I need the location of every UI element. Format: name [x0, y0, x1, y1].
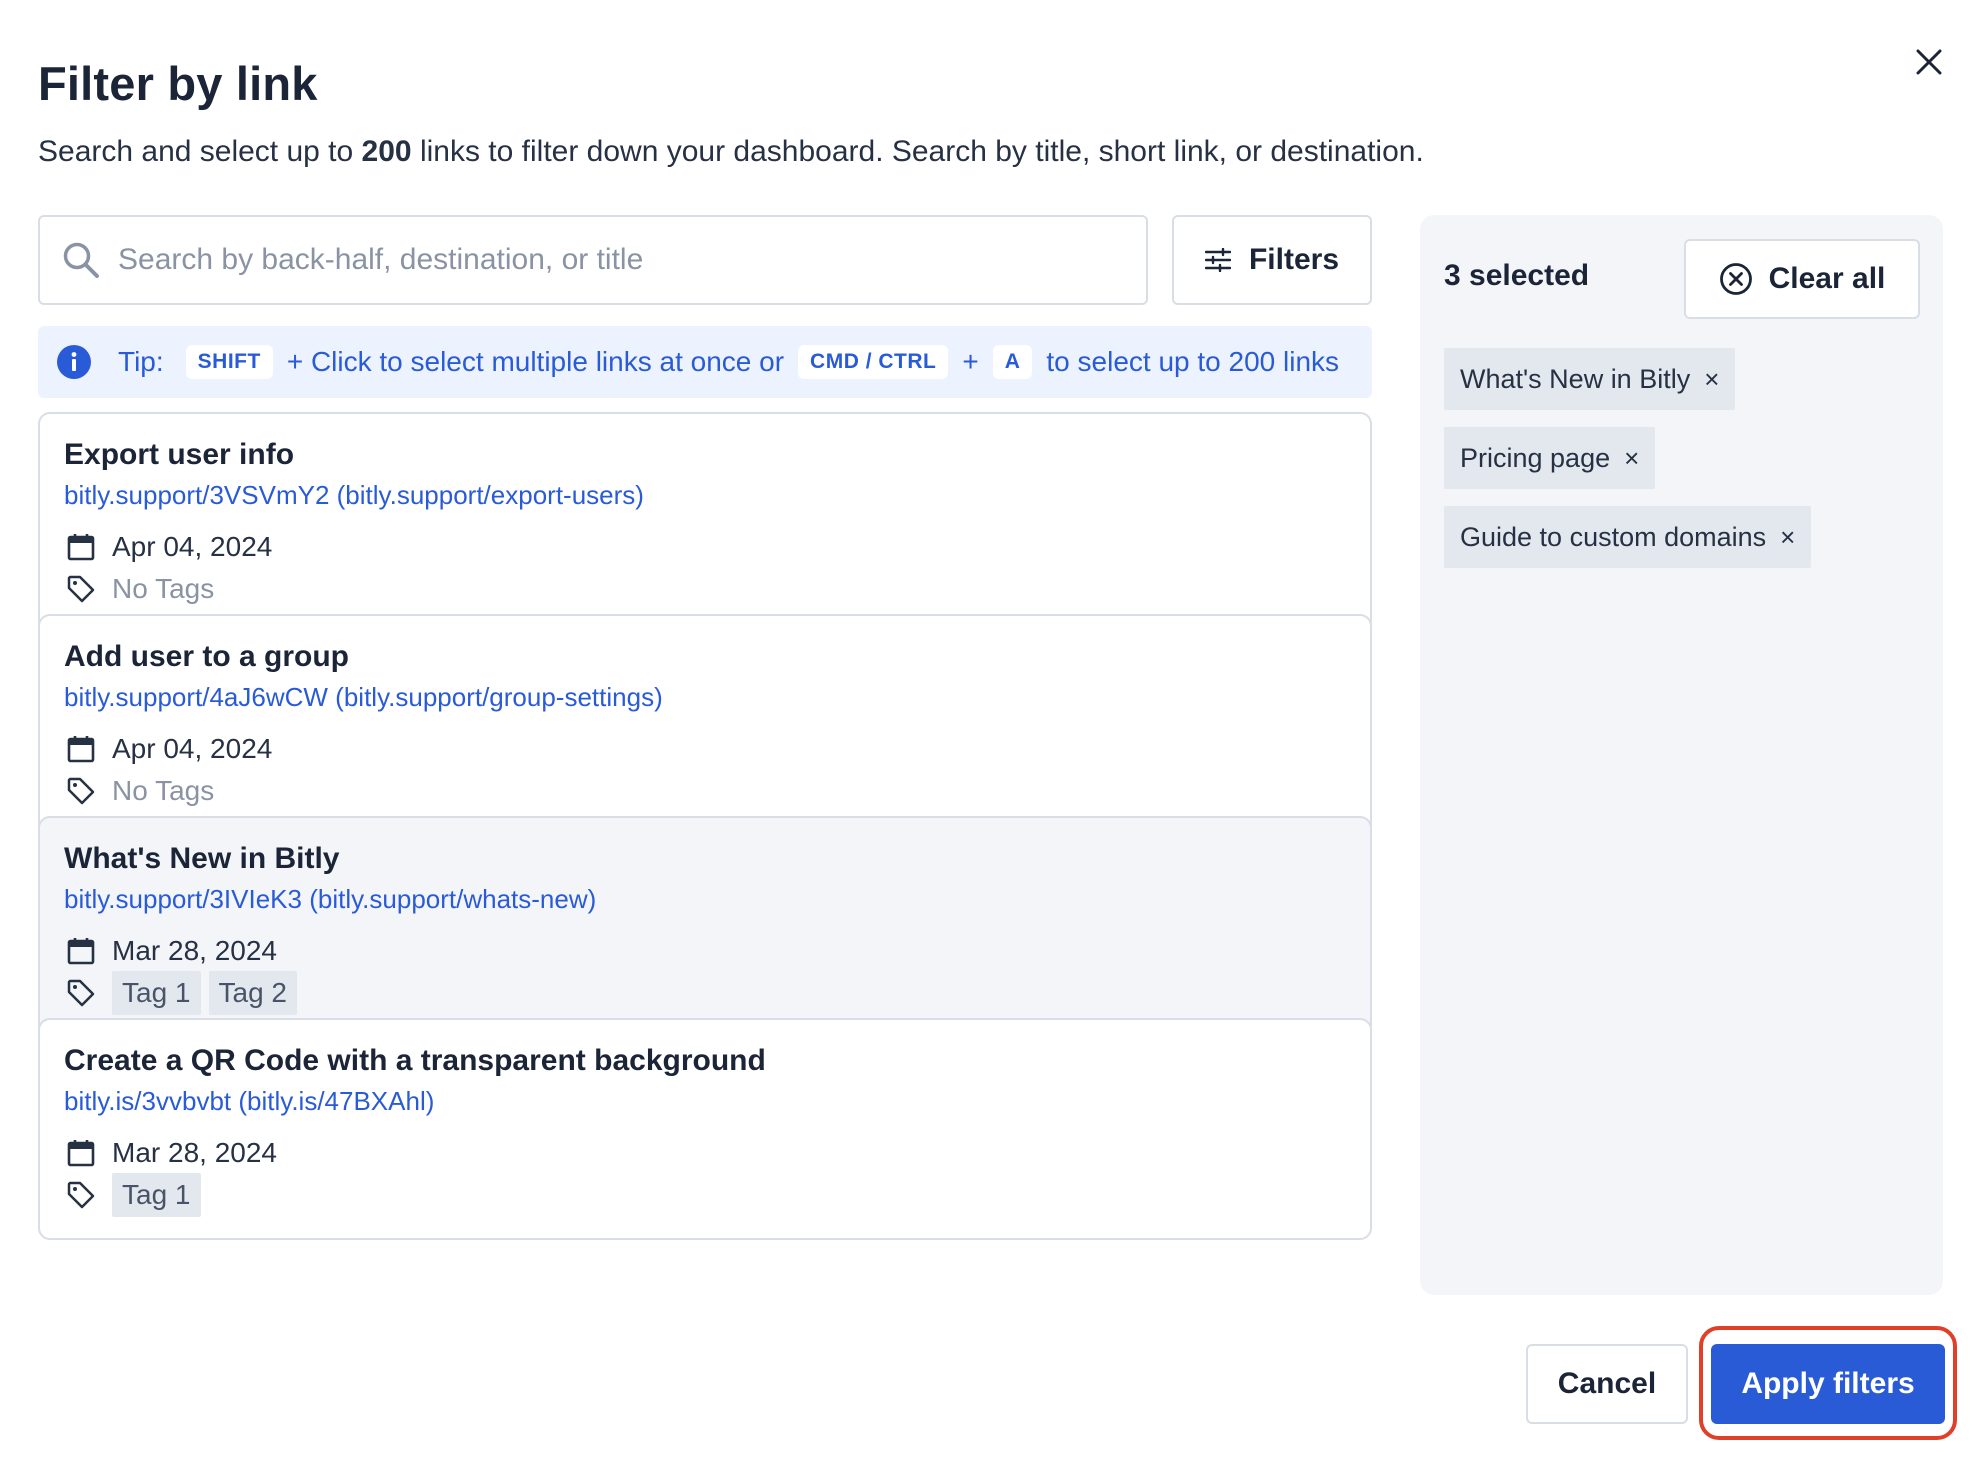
kbd-shift: SHIFT	[185, 345, 273, 379]
tag-icon	[64, 1178, 98, 1212]
link-card[interactable]: Create a QR Code with a transparent back…	[38, 1018, 1372, 1240]
clear-all-button[interactable]: Clear all	[1684, 239, 1920, 319]
link-title: What's New in Bitly	[64, 842, 340, 875]
calendar-icon	[64, 530, 98, 564]
link-card-selected[interactable]: What's New in Bitly bitly.support/3IVIeK…	[38, 816, 1372, 1038]
search-box[interactable]	[38, 215, 1148, 305]
tip-text-2: to select up to 200 links	[1046, 346, 1340, 377]
selected-chip: What's New in Bitly ×	[1444, 348, 1736, 410]
no-tags-text: No Tags	[112, 775, 215, 806]
link-date-row: Apr 04, 2024	[64, 529, 1346, 565]
chip-label: Pricing page	[1460, 442, 1611, 473]
selected-chip: Guide to custom domains ×	[1444, 506, 1812, 568]
apply-filters-button[interactable]: Apply filters	[1711, 1344, 1945, 1424]
filters-button-label: Filters	[1248, 243, 1340, 276]
chip-label: Guide to custom domains	[1460, 521, 1767, 552]
link-tags-row: Tag 1	[64, 1173, 1346, 1217]
chip-remove-icon[interactable]: ×	[1780, 522, 1795, 553]
tag-badge: Tag 2	[208, 971, 297, 1015]
link-date: Mar 28, 2024	[112, 935, 277, 966]
link-title: Create a QR Code with a transparent back…	[64, 1044, 766, 1077]
selected-chip: Pricing page ×	[1444, 427, 1656, 489]
sliders-icon	[1204, 248, 1231, 272]
chip-remove-icon[interactable]: ×	[1624, 443, 1639, 474]
kbd-cmd-ctrl: CMD / CTRL	[798, 345, 949, 379]
no-tags-text: No Tags	[112, 573, 215, 604]
kbd-a: A	[992, 345, 1033, 379]
link-date-row: Mar 28, 2024	[64, 1135, 1346, 1171]
link-tags-row: Tag 1 Tag 2	[64, 971, 1346, 1015]
tag-badge: Tag 1	[112, 1173, 201, 1217]
close-button[interactable]	[1905, 38, 1953, 86]
link-tags-row: No Tags	[64, 571, 1346, 607]
link-url: bitly.is/3vvbvbt (bitly.is/47BXAhl)	[64, 1086, 435, 1116]
tip-text-1: + Click to select multiple links at once…	[286, 346, 785, 377]
link-list[interactable]: Export user info bitly.support/3VSVmY2 (…	[38, 412, 1372, 1380]
tag-badge: Tag 1	[112, 971, 201, 1015]
modal-subtitle: Search and select up to 200 links to fil…	[38, 135, 1424, 168]
link-date-row: Apr 04, 2024	[64, 731, 1346, 767]
link-date-row: Mar 28, 2024	[64, 933, 1346, 969]
modal-title: Filter by link	[38, 57, 318, 110]
calendar-icon	[64, 934, 98, 968]
link-card[interactable]: Add user to a group bitly.support/4aJ6wC…	[38, 614, 1372, 836]
link-tags-row: No Tags	[64, 773, 1346, 809]
tag-icon	[64, 774, 98, 808]
link-url: bitly.support/4aJ6wCW (bitly.support/gro…	[64, 682, 663, 712]
selected-count: 3 selected	[1444, 259, 1590, 292]
filters-button[interactable]: Filters	[1172, 215, 1372, 305]
tag-icon	[64, 976, 98, 1010]
tip-banner: Tip: SHIFT + Click to select multiple li…	[38, 326, 1372, 398]
link-url: bitly.support/3IVIeK3 (bitly.support/wha…	[64, 884, 597, 914]
tag-icon	[64, 572, 98, 606]
link-date: Apr 04, 2024	[112, 733, 273, 764]
cancel-button[interactable]: Cancel	[1526, 1344, 1688, 1424]
link-date: Apr 04, 2024	[112, 531, 273, 562]
link-url: bitly.support/3VSVmY2 (bitly.support/exp…	[64, 480, 644, 510]
link-date: Mar 28, 2024	[112, 1137, 277, 1168]
calendar-icon	[64, 1136, 98, 1170]
link-title: Export user info	[64, 438, 295, 471]
link-card[interactable]: Export user info bitly.support/3VSVmY2 (…	[38, 412, 1372, 634]
close-icon	[1916, 49, 1942, 75]
link-title: Add user to a group	[64, 640, 349, 673]
tip-plus: +	[962, 346, 979, 377]
chip-label: What's New in Bitly	[1460, 363, 1691, 394]
search-input[interactable]	[118, 243, 1098, 277]
info-icon	[57, 345, 91, 379]
chip-remove-icon[interactable]: ×	[1704, 364, 1719, 395]
clear-circle-icon	[1719, 263, 1752, 295]
calendar-icon	[64, 732, 98, 766]
search-icon	[63, 242, 99, 278]
clear-all-label: Clear all	[1768, 262, 1886, 295]
tip-label: Tip:	[118, 346, 164, 377]
selected-links-panel: 3 selected Clear all What's New in Bitly…	[1420, 215, 1943, 1295]
